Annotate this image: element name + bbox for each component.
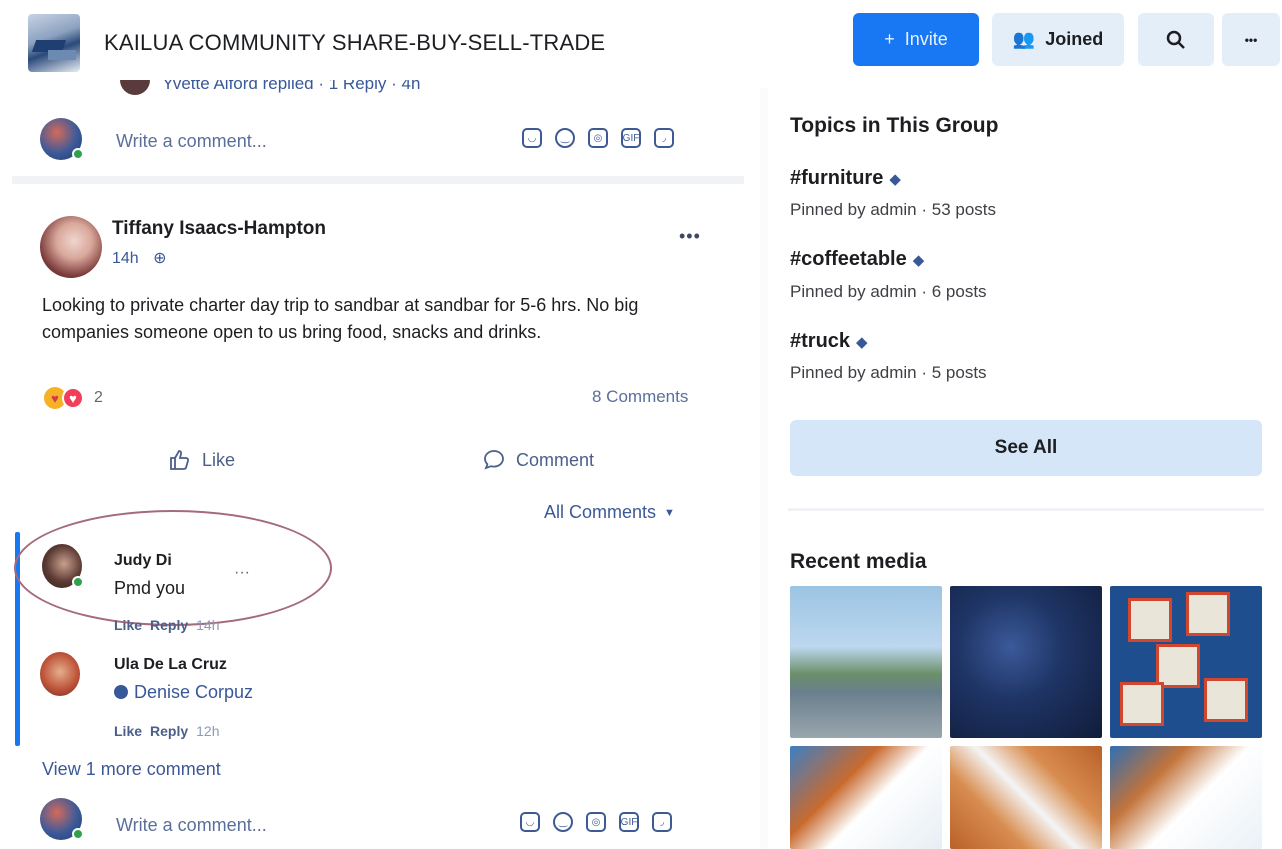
avatar-sticker-icon[interactable]: ◡ bbox=[520, 812, 540, 832]
pin-icon: ◆ bbox=[856, 334, 868, 351]
media-thumbnail[interactable] bbox=[790, 586, 942, 738]
pin-icon: ◆ bbox=[889, 171, 901, 188]
commenter-name[interactable]: Judy Di bbox=[114, 552, 172, 570]
like-label: Like bbox=[202, 449, 236, 470]
globe-icon: ⊕ bbox=[153, 250, 167, 267]
emoji-icon[interactable]: ‿ bbox=[555, 128, 575, 148]
reaction-summary[interactable]: ♥ ♥ 2 bbox=[44, 387, 103, 409]
topic-meta: Pinned by admin · 53 posts bbox=[790, 200, 997, 219]
comment-tools: ◡ ‿ ◎ GIF ◞ bbox=[520, 812, 672, 832]
more-options-button[interactable]: ••• bbox=[1222, 13, 1280, 66]
partial-reply-row[interactable]: Yvette Alford replied · 1 Reply · 4h bbox=[120, 74, 421, 96]
invite-label: Invite bbox=[904, 29, 948, 49]
sidebar-separator bbox=[788, 508, 1264, 511]
online-indicator bbox=[72, 828, 84, 840]
search-icon bbox=[1166, 30, 1185, 49]
post-options-button[interactable]: ••• bbox=[679, 226, 701, 247]
write-comment-input[interactable]: Write a comment... bbox=[116, 131, 267, 152]
post-time-text: 14h bbox=[112, 250, 139, 267]
emoji-icon[interactable]: ‿ bbox=[553, 812, 573, 832]
group-members-icon: 👥 bbox=[1012, 29, 1036, 49]
comment-like-link[interactable]: Like bbox=[114, 617, 142, 633]
comment-bubble-icon bbox=[484, 450, 504, 470]
post-body: Looking to private charter day trip to s… bbox=[42, 295, 639, 342]
partial-reply-text: Yvette Alford replied · 1 Reply · 4h bbox=[162, 74, 421, 93]
group-title[interactable]: KAILUA COMMUNITY SHARE-BUY-SELL-TRADE bbox=[104, 30, 605, 56]
recent-media-grid bbox=[790, 586, 1264, 849]
comment-label: Comment bbox=[516, 449, 595, 470]
topic-tag-label: #furniture bbox=[790, 167, 884, 189]
topic-meta: Pinned by admin · 5 posts bbox=[790, 363, 987, 382]
media-thumbnail[interactable] bbox=[790, 746, 942, 849]
gif-icon[interactable]: GIF bbox=[621, 128, 641, 148]
mention-name: Denise Corpuz bbox=[134, 682, 254, 702]
comment-reply-link[interactable]: Reply bbox=[150, 723, 188, 739]
verified-icon bbox=[114, 685, 128, 699]
camera-icon[interactable]: ◎ bbox=[586, 812, 606, 832]
invite-button[interactable]: + Invite bbox=[853, 13, 979, 66]
joined-label: Joined bbox=[1045, 29, 1104, 49]
commenter-avatar[interactable] bbox=[40, 652, 80, 696]
joined-button[interactable]: 👥 Joined bbox=[992, 13, 1124, 66]
camera-icon[interactable]: ◎ bbox=[588, 128, 608, 148]
media-thumbnail[interactable] bbox=[950, 746, 1102, 849]
comment-like-link[interactable]: Like bbox=[114, 723, 142, 739]
comment-filter-dropdown[interactable]: All Comments ▼ bbox=[544, 502, 675, 523]
comment-options-button[interactable]: ··· bbox=[234, 564, 250, 582]
post-divider bbox=[12, 176, 744, 184]
group-cover-thumbnail[interactable] bbox=[28, 14, 80, 72]
write-comment-input[interactable]: Write a comment... bbox=[116, 815, 267, 836]
avatar bbox=[120, 80, 150, 95]
view-more-comments-link[interactable]: View 1 more comment bbox=[42, 759, 221, 780]
media-thumbnail[interactable] bbox=[1110, 746, 1262, 849]
media-thumbnail[interactable] bbox=[950, 586, 1102, 738]
more-icon: ••• bbox=[1244, 32, 1258, 47]
like-button[interactable]: Like bbox=[168, 448, 235, 472]
comment-timestamp[interactable]: 14h bbox=[196, 617, 219, 633]
plus-icon: + bbox=[884, 29, 895, 49]
topic-furniture[interactable]: #furniture ◆ bbox=[790, 167, 901, 190]
topic-tag-label: #truck bbox=[790, 330, 851, 352]
comment-actions: Like Reply 12h bbox=[114, 723, 220, 739]
media-thumbnail[interactable] bbox=[1110, 586, 1262, 738]
comment-tools: ◡ ‿ ◎ GIF ◞ bbox=[522, 128, 674, 148]
comment-filter-label: All Comments bbox=[544, 502, 657, 522]
commenter-name[interactable]: Ula De La Cruz bbox=[114, 656, 227, 674]
comment-text: Pmd you bbox=[114, 578, 186, 598]
topic-truck[interactable]: #truck ◆ bbox=[790, 330, 868, 353]
avatar-sticker-icon[interactable]: ◡ bbox=[522, 128, 542, 148]
love-reaction-icon: ♥ bbox=[62, 387, 84, 409]
post-author-avatar[interactable] bbox=[40, 216, 102, 278]
search-button[interactable] bbox=[1138, 13, 1214, 66]
reaction-count: 2 bbox=[94, 389, 103, 406]
post-timestamp[interactable]: 14h ⊕ bbox=[112, 248, 167, 268]
group-sidebar: Topics in This Group #furniture ◆ Pinned … bbox=[760, 88, 1282, 849]
recent-media-title: Recent media bbox=[790, 550, 927, 573]
comment-button[interactable]: Comment bbox=[482, 448, 594, 472]
sticker-icon[interactable]: ◞ bbox=[654, 128, 674, 148]
group-feed: Yvette Alford replied · 1 Reply · 4h Wri… bbox=[0, 70, 748, 849]
see-all-topics-button[interactable]: See All bbox=[790, 420, 1262, 476]
topic-meta: Pinned by admin · 6 posts bbox=[790, 282, 987, 301]
sidebar-divider bbox=[760, 88, 768, 849]
pin-icon: ◆ bbox=[912, 252, 925, 269]
mention-link[interactable]: Denise Corpuz bbox=[114, 682, 253, 703]
comment-reply-link[interactable]: Reply bbox=[150, 617, 188, 633]
comment-timestamp[interactable]: 12h bbox=[196, 723, 219, 739]
thumbs-up-icon bbox=[170, 450, 190, 470]
comments-count-link[interactable]: 8 Comments bbox=[592, 387, 688, 407]
topic-tag-label: #coffeetable bbox=[790, 248, 907, 270]
gif-icon[interactable]: GIF bbox=[619, 812, 639, 832]
sticker-icon[interactable]: ◞ bbox=[652, 812, 672, 832]
comment-actions: Like Reply 14h bbox=[114, 617, 220, 633]
post-author-name[interactable]: Tiffany Isaacs-Hampton bbox=[112, 218, 326, 240]
chevron-down-icon: ▼ bbox=[664, 507, 675, 520]
topic-coffeetable[interactable]: #coffeetable ◆ bbox=[790, 248, 924, 271]
online-indicator bbox=[72, 576, 84, 588]
topics-title: Topics in This Group bbox=[790, 114, 999, 137]
online-indicator bbox=[72, 148, 84, 160]
